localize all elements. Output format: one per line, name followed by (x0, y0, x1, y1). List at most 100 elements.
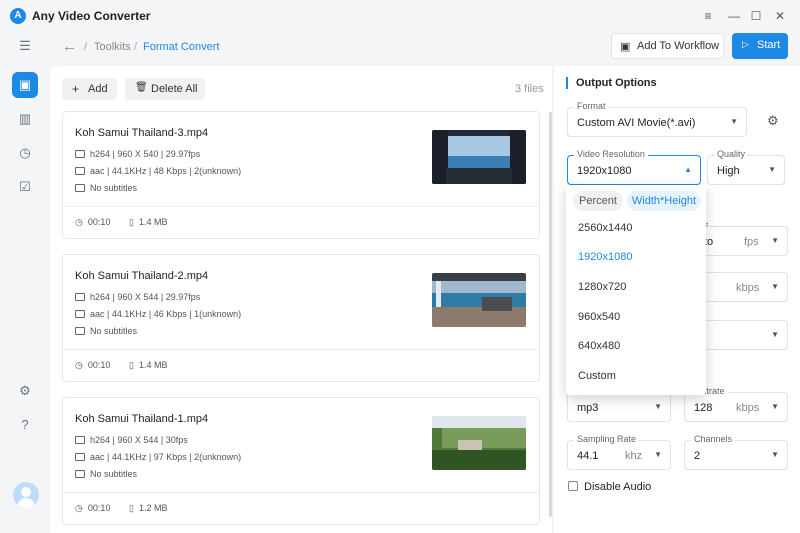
file-size-text: 1.2 MB (138, 503, 168, 513)
audio-info: aac | 44.1KHz | 46 Kbps | 1(unknown) (75, 309, 241, 319)
file-list-panel: + Add 🗑 Delete All 3 files Koh Samui Tha… (50, 66, 552, 533)
chevron-up-icon: ▲ (684, 165, 692, 174)
close-button[interactable]: ✕ (772, 8, 788, 24)
delete-all-label: Delete All (151, 83, 198, 95)
app-title: Any Video Converter (32, 9, 151, 23)
collapse-sidebar-icon[interactable]: ☰ (12, 33, 38, 59)
breadcrumb-toolkits[interactable]: Toolkits (94, 41, 131, 53)
audio-bitrate-select[interactable]: dio Bitrate 128 kbps ▼ (681, 386, 788, 422)
file-name: Koh Samui Thailand-1.mp4 (75, 413, 209, 425)
add-to-workflow-button[interactable]: ▣ Add To Workflow (611, 33, 724, 59)
quality-label: Quality (714, 149, 749, 159)
video-resolution-select[interactable]: Video Resolution 1920x1080 ▲ (567, 149, 701, 185)
help-icon[interactable]: ? (12, 412, 38, 438)
audio-codec-select[interactable]: mp3 ▼ (567, 392, 671, 422)
history-icon[interactable]: ◷ (12, 140, 38, 166)
audio-icon (75, 167, 85, 175)
toolkit-icon[interactable]: ▣ (12, 72, 38, 98)
chevron-down-icon: ▼ (771, 450, 779, 459)
play-icon: ▷ (742, 39, 749, 49)
audio-info: aac | 44.1KHz | 48 Kbps | 2(unknown) (75, 166, 241, 176)
library-icon[interactable]: ▥ (12, 106, 38, 132)
file-card[interactable]: Koh Samui Thailand-1.mp4 h264 | 960 X 54… (62, 397, 540, 525)
audio-info-text: aac | 44.1KHz | 97 Kbps | 2(unknown) (90, 452, 242, 462)
file-size: ▯ 1.2 MB (129, 503, 167, 514)
format-settings-gear-icon[interactable]: ⚙ (767, 113, 779, 129)
subtitle-icon (75, 327, 85, 335)
file-size-text: 1.4 MB (138, 217, 168, 227)
maximize-button[interactable]: ☐ (748, 8, 764, 24)
file-size: ▯ 1.4 MB (129, 360, 167, 371)
minimize-button[interactable]: — (726, 8, 742, 24)
channels-value: 2 (694, 450, 701, 462)
sampling-rate-select[interactable]: Sampling Rate 44.1 khz ▼ (567, 434, 671, 470)
chevron-down-icon: ▼ (771, 282, 779, 291)
disable-audio-label: Disable Audio (584, 481, 652, 493)
duration-text: 00:10 (87, 217, 111, 227)
duration-text: 00:10 (87, 360, 111, 370)
resolution-option[interactable]: 640x480 (578, 340, 620, 352)
resolution-option[interactable]: 1280x720 (578, 281, 626, 293)
video-icon (75, 150, 85, 158)
add-label: Add (88, 83, 108, 95)
chevron-down-icon: ▼ (768, 165, 776, 174)
channels-select[interactable]: Channels 2 ▼ (684, 434, 788, 470)
file-card[interactable]: Koh Samui Thailand-2.mp4 h264 | 960 X 54… (62, 254, 540, 382)
video-info: h264 | 960 X 544 | 29.97fps (75, 292, 200, 302)
sidebar: ☰ ▣ ▥ ◷ ☑ ⚙ ? (0, 32, 50, 533)
file-name: Koh Samui Thailand-2.mp4 (75, 270, 209, 282)
tab-width-height[interactable]: Width*Height (627, 191, 701, 211)
add-button[interactable]: + Add (62, 78, 117, 100)
audio-icon (75, 310, 85, 318)
quality-value: High (717, 165, 740, 177)
file-icon: ▯ (129, 360, 134, 370)
menu-icon[interactable]: ≡ (700, 8, 716, 24)
duration: ◷ 00:10 (75, 217, 110, 228)
card-divider (63, 206, 539, 207)
audio-bitrate-value: 128 (694, 402, 713, 414)
disable-audio-checkbox[interactable] (568, 481, 578, 491)
format-select[interactable]: Format Custom AVI Movie(*.avi) ▼ (567, 101, 747, 137)
file-icon: ▯ (129, 217, 134, 227)
resolution-option-custom[interactable]: Custom (578, 370, 616, 382)
breadcrumb-separator: / (84, 41, 88, 53)
scrollbar[interactable] (549, 112, 552, 517)
chevron-down-icon: ▼ (654, 450, 662, 459)
delete-all-button[interactable]: 🗑 Delete All (125, 78, 205, 100)
tasks-icon[interactable]: ☑ (12, 174, 38, 200)
video-icon (75, 436, 85, 444)
file-icon: ▯ (129, 503, 134, 513)
duration: ◷ 00:10 (75, 503, 110, 514)
back-arrow-icon[interactable]: ← (62, 38, 77, 55)
top-bar: ← / Toolkits / Format Convert ▣ Add To W… (50, 32, 800, 66)
chevron-down-icon: ▼ (771, 236, 779, 245)
tab-percent[interactable]: Percent (573, 191, 623, 211)
video-thumbnail (432, 273, 526, 327)
resolution-option[interactable]: 2560x1440 (578, 222, 632, 234)
start-button[interactable]: ▷ Start (732, 33, 788, 59)
subtitle-info: No subtitles (75, 183, 137, 193)
audio-info: aac | 44.1KHz | 97 Kbps | 2(unknown) (75, 452, 241, 462)
output-options-title: Output Options (566, 77, 657, 89)
file-size-text: 1.4 MB (138, 360, 168, 370)
resolution-option-selected[interactable]: 1920x1080 (578, 251, 632, 263)
trash-icon: 🗑 (135, 82, 148, 93)
chevron-down-icon: ▼ (730, 117, 738, 126)
user-avatar[interactable] (13, 482, 39, 508)
chevron-down-icon: ▼ (654, 402, 662, 411)
subtitle-info-text: No subtitles (90, 326, 138, 336)
subtitle-info: No subtitles (75, 326, 137, 336)
settings-gear-icon[interactable]: ⚙ (12, 378, 38, 404)
video-thumbnail (432, 130, 526, 184)
file-card[interactable]: Koh Samui Thailand-3.mp4 h264 | 960 X 54… (62, 111, 540, 239)
audio-info-text: aac | 44.1KHz | 46 Kbps | 1(unknown) (90, 309, 242, 319)
audio-codec-value: mp3 (577, 402, 599, 414)
video-thumbnail (432, 416, 526, 470)
duration: ◷ 00:10 (75, 360, 110, 371)
subtitle-icon (75, 184, 85, 192)
video-info-text: h264 | 960 X 540 | 29.97fps (90, 149, 201, 159)
resolution-option[interactable]: 960x540 (578, 311, 620, 323)
file-size: ▯ 1.4 MB (129, 217, 167, 228)
file-name: Koh Samui Thailand-3.mp4 (75, 127, 209, 139)
quality-select[interactable]: Quality High ▼ (707, 149, 785, 185)
